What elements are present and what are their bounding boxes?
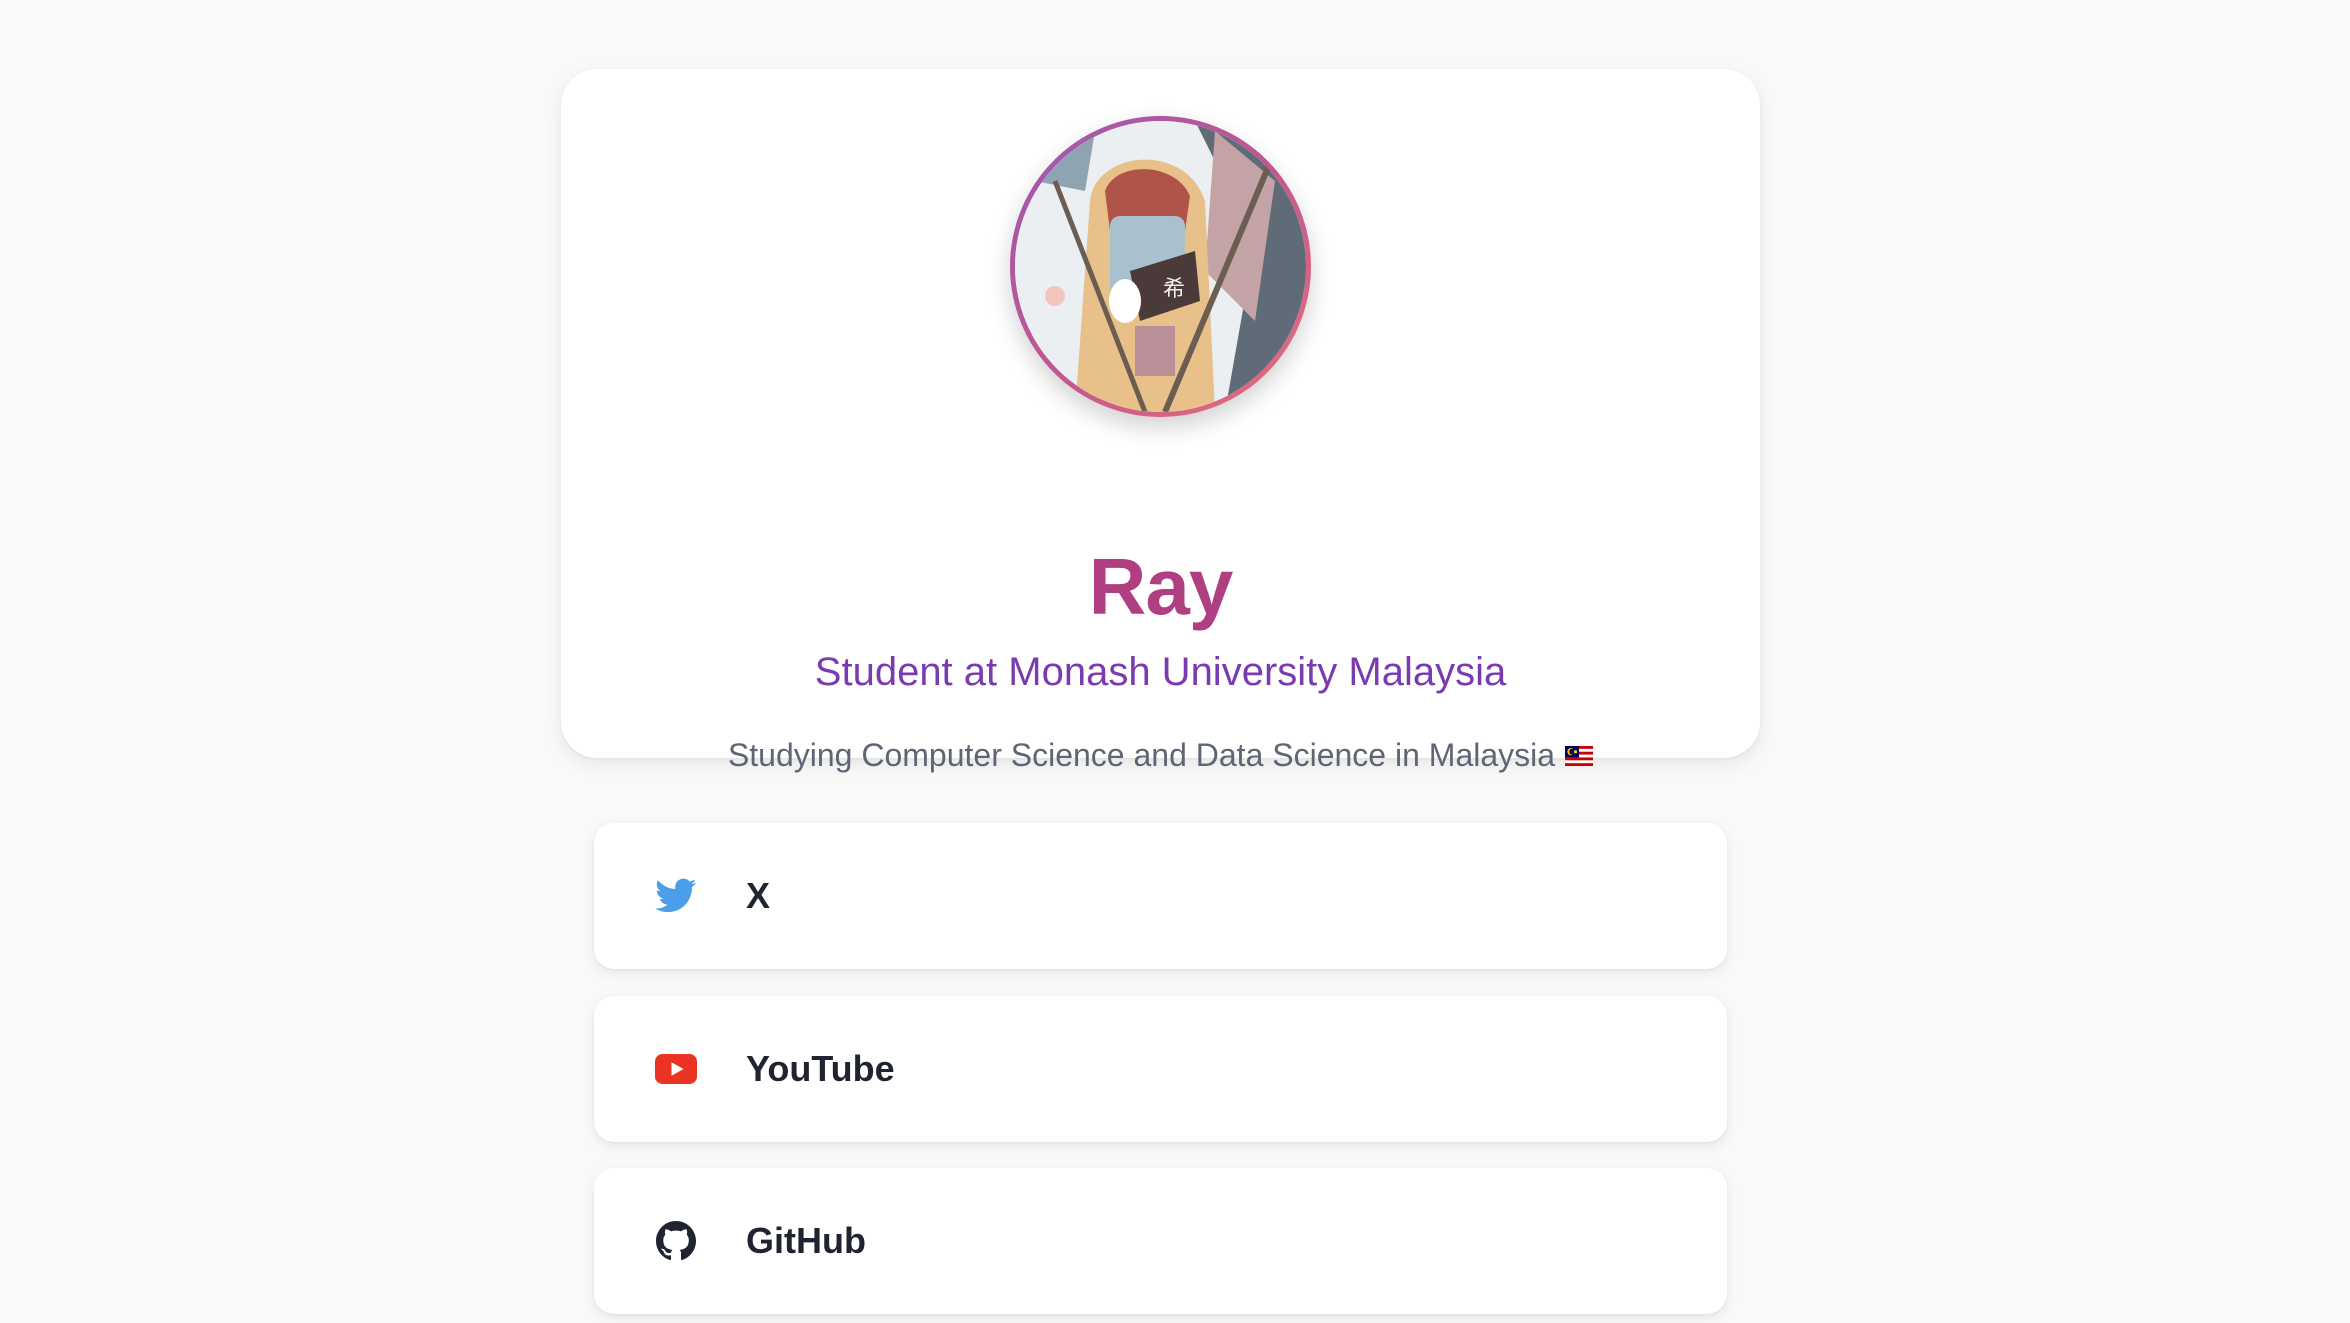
profile-bio: Studying Computer Science and Data Scien… [727,737,1556,773]
youtube-icon [652,1045,700,1093]
svg-text:希: 希 [1163,277,1185,302]
avatar-illustration: 希 [1015,121,1306,412]
twitter-bird-icon [652,872,700,920]
malaysia-flag-icon [1565,733,1594,777]
link-label-github: GitHub [746,1220,866,1261]
profile-bio-row: Studying Computer Science and Data Scien… [561,733,1760,777]
link-card-youtube[interactable]: YouTube [594,996,1727,1142]
link-card-github[interactable]: GitHub [594,1168,1727,1314]
link-label-youtube: YouTube [746,1048,895,1089]
profile-card: 希 Ray Student at Monash University Malay… [561,69,1760,773]
profile-subtitle: Student at Monash University Malaysia [814,650,1507,694]
profile-name: Ray [1088,542,1234,631]
avatar-ring: 希 [1010,116,1311,417]
link-label-x: X [746,875,771,916]
avatar: 希 [1015,121,1306,412]
link-card-x[interactable]: X [594,823,1727,969]
github-icon [652,1217,700,1265]
